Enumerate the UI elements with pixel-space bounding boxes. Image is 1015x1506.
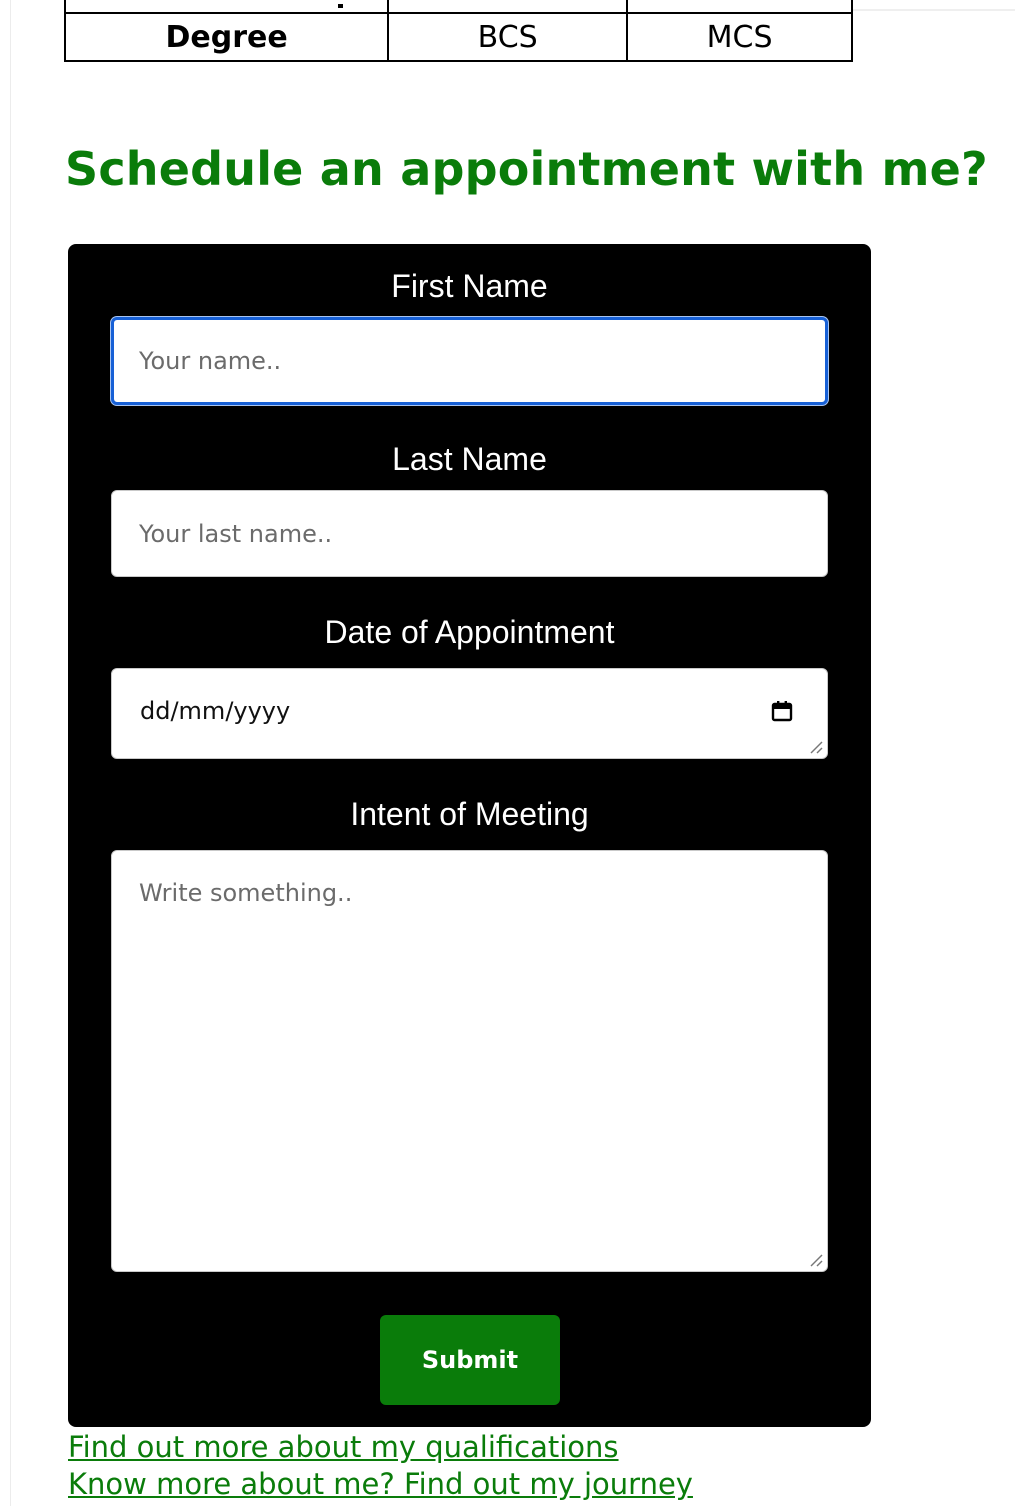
degree-header-cell: Degree [63,13,390,62]
table-row-partial [63,0,853,14]
first-name-input[interactable] [111,317,828,405]
resize-grip-icon[interactable] [809,740,823,754]
table-cell [387,0,629,14]
date-label: Date of Appointment [324,614,615,650]
date-input[interactable]: dd/mm/yyyy [111,668,828,759]
resize-grip-icon[interactable] [809,1253,823,1267]
page-top-border [853,9,1015,11]
table-cell [626,0,853,14]
submit-button[interactable]: Submit [380,1315,560,1405]
last-name-input[interactable] [111,490,828,577]
intent-label: Intent of Meeting [350,796,589,832]
appointment-form: First Name Last Name Date of Appointment… [68,244,871,1427]
page-left-border [10,0,11,1506]
first-name-label: First Name [391,268,548,304]
degree-value-cell: MCS [626,13,853,62]
last-name-label: Last Name [392,441,547,477]
date-value: dd/mm/yyyy [140,697,291,725]
page-heading: Schedule an appointment with me? [65,142,988,196]
table-text-fragment [338,4,343,8]
intent-textarea[interactable] [111,850,828,1272]
qualifications-link[interactable]: Find out more about my qualifications [68,1429,619,1465]
calendar-icon[interactable] [771,700,793,722]
journey-link[interactable]: Know more about me? Find out my journey [68,1466,693,1502]
table-row-degree: Degree BCS MCS [63,13,853,62]
degree-value-cell: BCS [387,13,629,62]
qualifications-table: Degree BCS MCS [63,0,853,62]
